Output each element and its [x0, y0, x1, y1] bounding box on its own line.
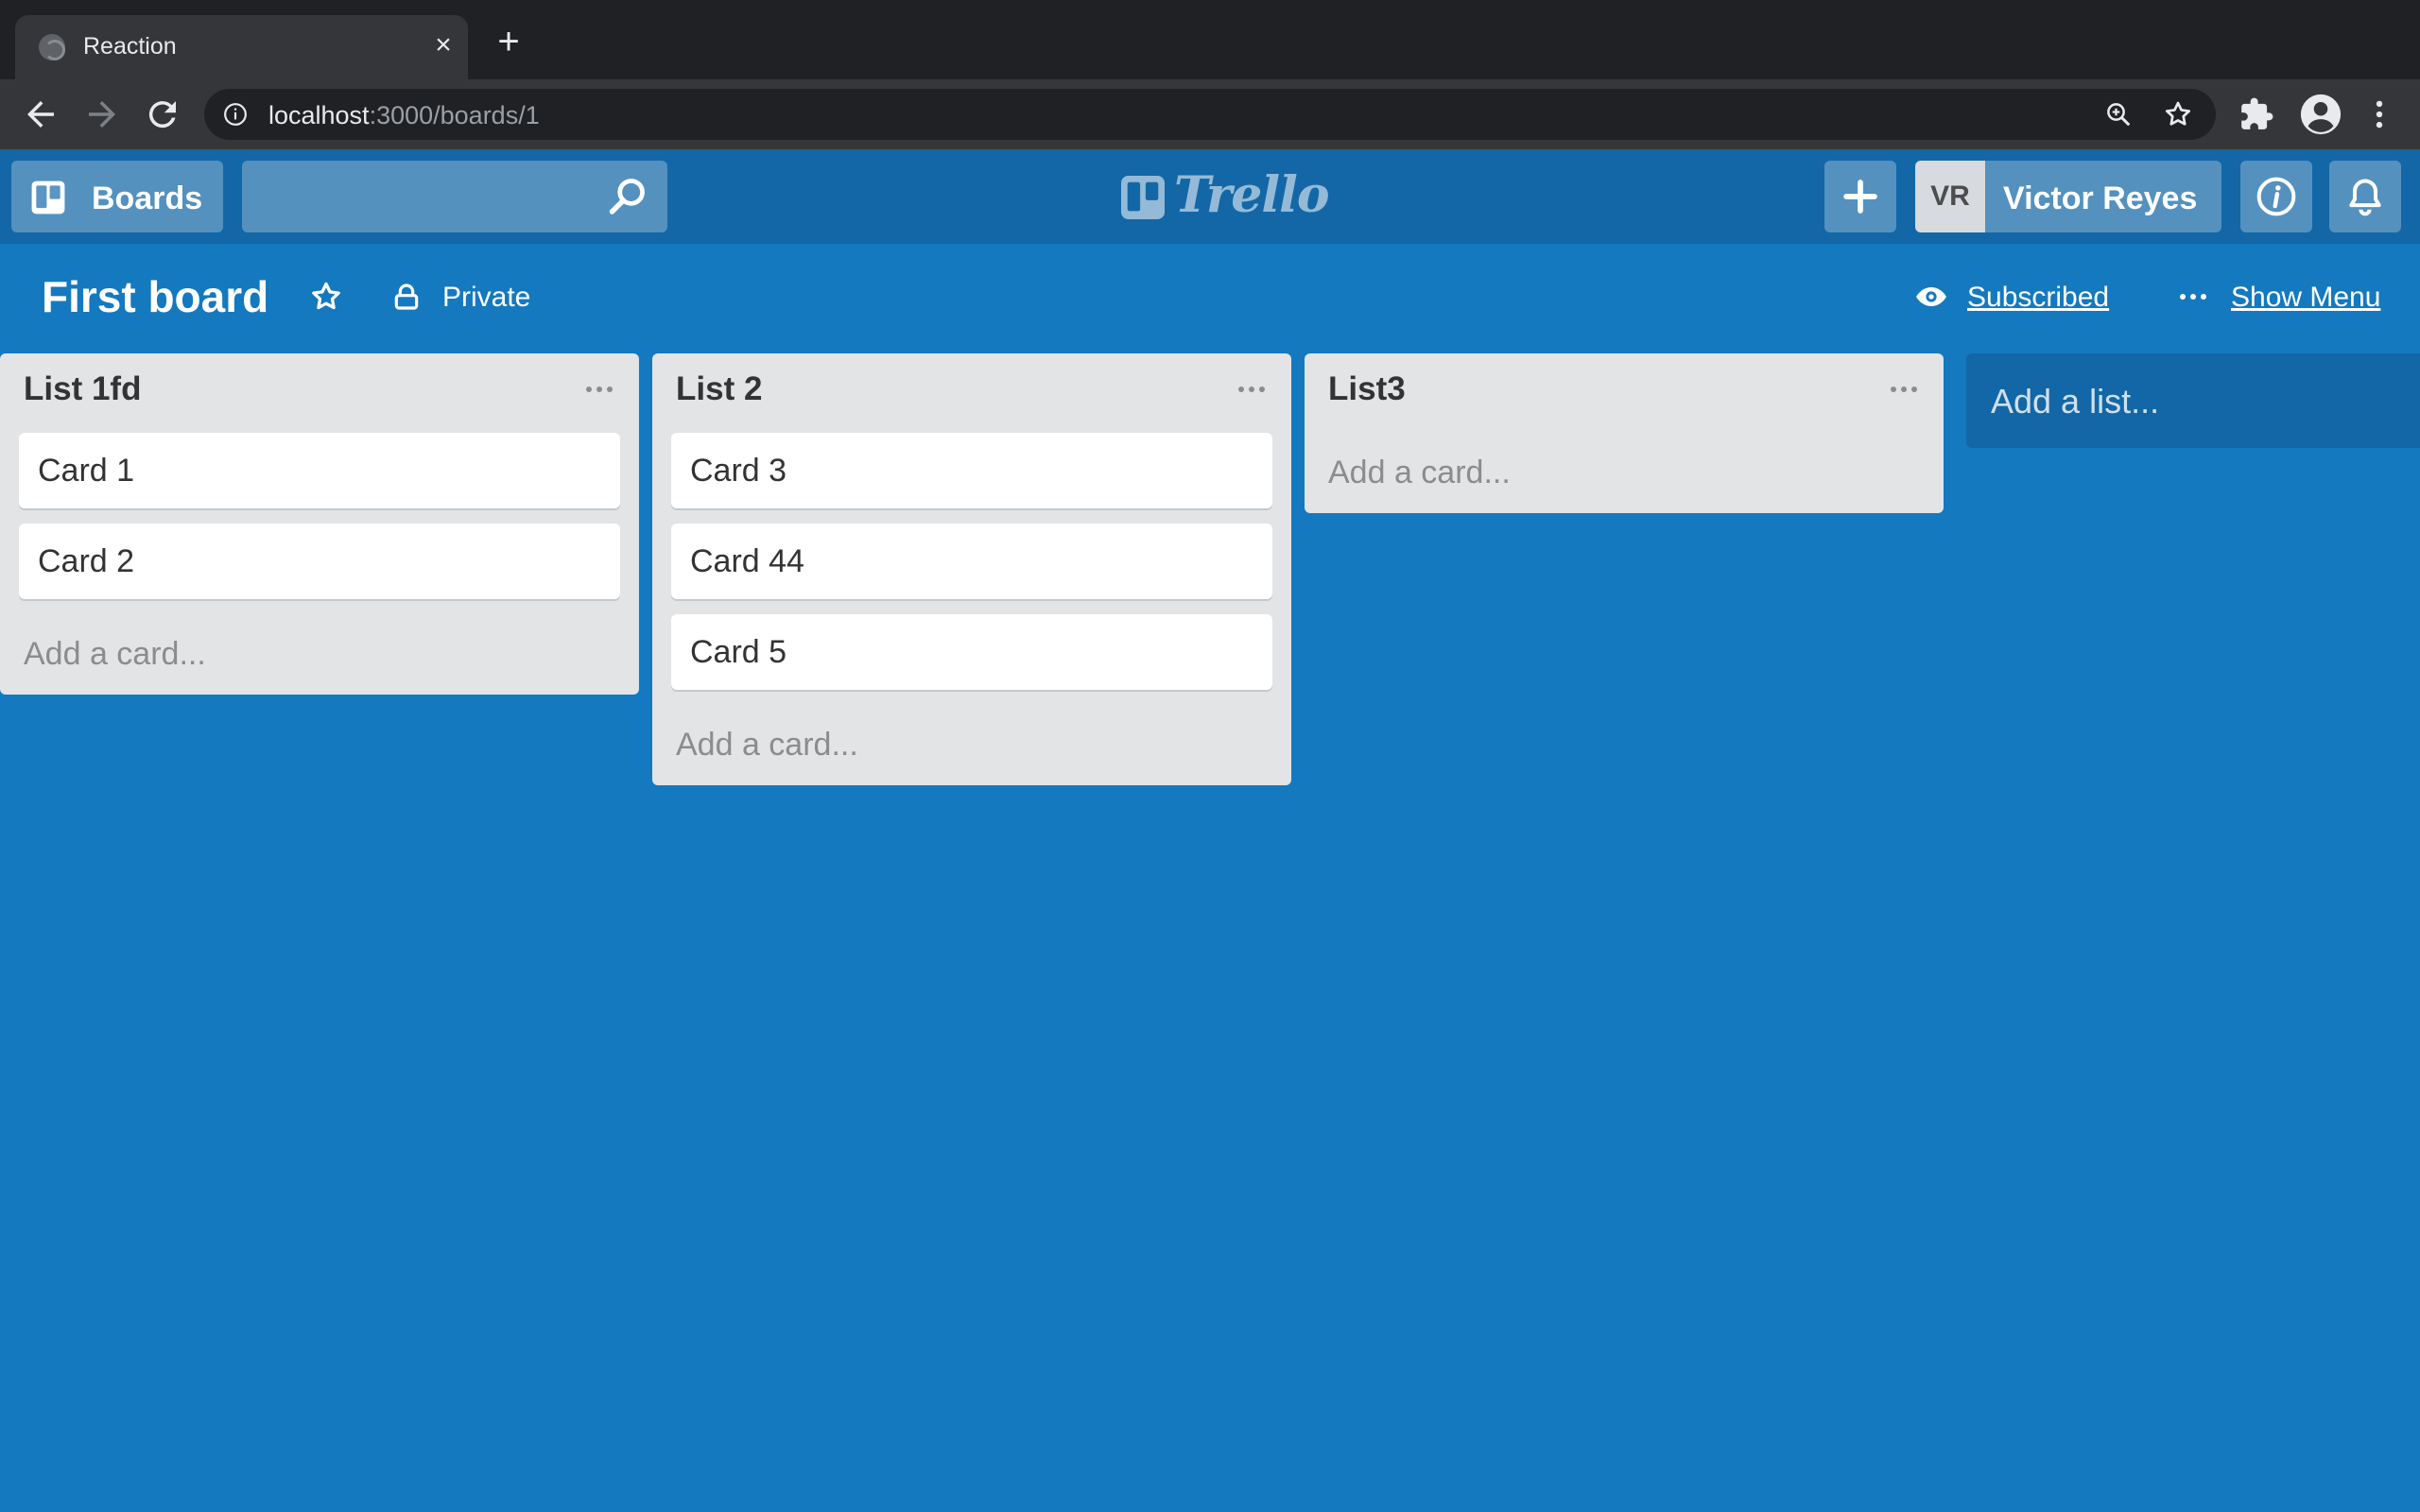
show-menu-link[interactable]: Show Menu [2231, 282, 2380, 314]
card[interactable]: Card 44 [671, 524, 1272, 599]
add-card-link[interactable]: Add a card... [24, 636, 206, 673]
list-column: List 2 Card 3 Card 44 Card 5 Add a card.… [652, 353, 1291, 785]
zoom-icon[interactable] [2104, 100, 2133, 129]
new-tab-icon[interactable]: + [492, 23, 526, 60]
list-title[interactable]: List 1fd [24, 370, 141, 408]
forward-arrow-icon[interactable] [82, 94, 122, 134]
add-list-button[interactable]: Add a list... [1966, 353, 2420, 448]
list-column: List3 Add a card... [1305, 353, 1944, 513]
star-icon[interactable] [309, 280, 343, 314]
card[interactable]: Card 2 [19, 524, 620, 599]
card-title: Card 2 [38, 543, 135, 579]
list-menu-icon[interactable] [1236, 382, 1267, 397]
boards-icon [31, 180, 65, 215]
add-card-link[interactable]: Add a card... [676, 727, 858, 764]
add-card-link[interactable]: Add a card... [1328, 455, 1511, 491]
trello-logo-text: Trello [1174, 166, 1330, 224]
bell-icon [2349, 179, 2381, 216]
search-icon[interactable] [607, 176, 648, 217]
card-title: Card 3 [690, 453, 787, 489]
search-input[interactable] [242, 161, 667, 232]
list-column: List 1fd Card 1 Card 2 Add a card... [0, 353, 639, 695]
list-title[interactable]: List 2 [676, 370, 762, 408]
back-arrow-icon[interactable] [21, 94, 60, 134]
avatar: VR [1915, 161, 1985, 232]
tab-title: Reaction [83, 33, 177, 60]
card-title: Card 1 [38, 453, 135, 489]
plus-icon [1843, 180, 1877, 214]
boards-button[interactable]: Boards [11, 161, 223, 232]
card-title: Card 44 [690, 543, 804, 579]
card-title: Card 5 [690, 634, 787, 670]
visibility-label[interactable]: Private [442, 282, 530, 314]
boards-label: Boards [92, 180, 203, 216]
user-menu-button[interactable]: VR Victor Reyes [1915, 161, 2221, 232]
url-text: localhost:3000/boards/1 [268, 101, 540, 129]
profile-icon[interactable] [2299, 93, 2342, 136]
browser-tab-strip: Reaction × + [0, 0, 2420, 79]
browser-toolbar: localhost:3000/boards/1 [0, 79, 2420, 149]
card[interactable]: Card 5 [671, 614, 1272, 690]
chrome-menu-icon[interactable] [2361, 96, 2397, 132]
bookmark-star-icon[interactable] [2163, 99, 2193, 129]
info-button[interactable] [2240, 161, 2312, 232]
eye-icon[interactable] [1913, 282, 1949, 312]
globe-icon [39, 34, 65, 60]
trello-logo-icon [1121, 176, 1165, 219]
board-title[interactable]: First board [42, 271, 268, 322]
extensions-puzzle-icon[interactable] [2238, 96, 2274, 132]
reload-icon[interactable] [143, 94, 182, 134]
card[interactable]: Card 1 [19, 433, 620, 508]
list-menu-icon[interactable] [1889, 382, 1919, 397]
notifications-button[interactable] [2329, 161, 2401, 232]
more-dots-icon[interactable] [2178, 285, 2208, 308]
site-info-icon[interactable] [223, 102, 248, 127]
tab-close-icon[interactable]: × [426, 28, 460, 62]
address-bar[interactable]: localhost:3000/boards/1 [204, 89, 2216, 140]
list-title[interactable]: List3 [1328, 370, 1406, 408]
add-list-label: Add a list... [1991, 382, 2160, 421]
subscribed-link[interactable]: Subscribed [1967, 282, 2109, 314]
create-button[interactable] [1824, 161, 1896, 232]
lock-icon[interactable] [391, 282, 422, 312]
card[interactable]: Card 3 [671, 433, 1272, 508]
app-header: Boards Trello VR Victor Reyes [0, 149, 2420, 244]
list-menu-icon[interactable] [584, 382, 614, 397]
info-icon [2256, 177, 2296, 216]
user-name: Victor Reyes [2003, 180, 2198, 216]
browser-tab[interactable]: Reaction × [15, 15, 468, 79]
